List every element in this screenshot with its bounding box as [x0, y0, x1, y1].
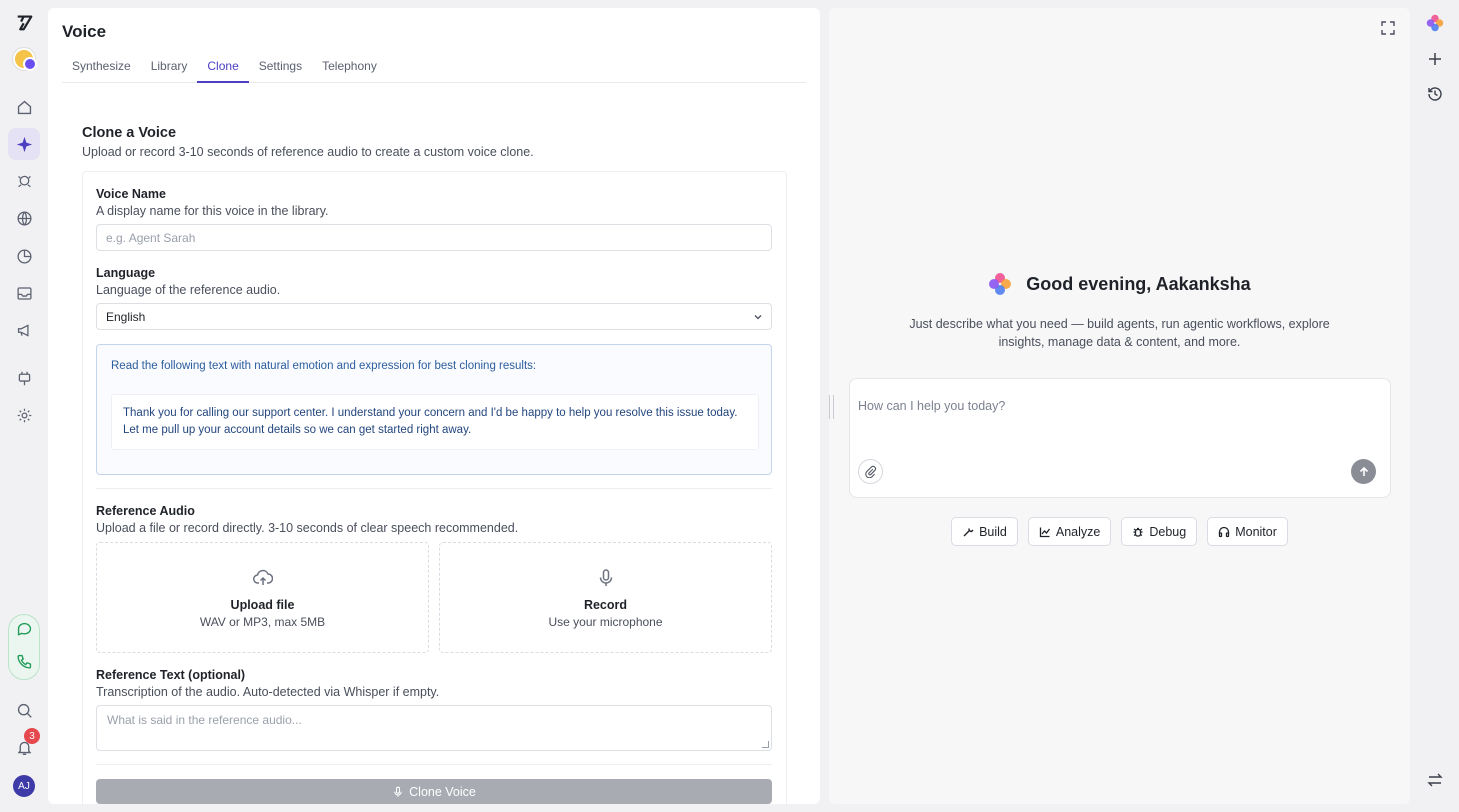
upload-title: Upload file	[230, 598, 295, 612]
expand-icon[interactable]	[1380, 20, 1396, 36]
analyze-chip-label: Analyze	[1055, 524, 1101, 539]
reference-text-input[interactable]: What is said in the reference audio...	[96, 705, 772, 751]
greeting-row: Good evening, Aakanksha	[829, 272, 1410, 296]
megaphone-icon[interactable]	[8, 314, 40, 346]
agent-icon[interactable]	[8, 165, 40, 197]
plug-icon[interactable]	[8, 362, 40, 394]
voice-name-hint: A display name for this voice in the lib…	[96, 204, 329, 218]
reading-script-box: Read the following text with natural emo…	[96, 344, 772, 475]
voice-name-input[interactable]: e.g. Agent Sarah	[96, 224, 772, 251]
plus-icon[interactable]	[1426, 50, 1444, 68]
upload-file-dropzone[interactable]: Upload file WAV or MP3, max 5MB	[96, 542, 429, 653]
cloud-upload-icon	[252, 569, 273, 585]
divider	[96, 488, 772, 489]
greeting-description: Just describe what you need — build agen…	[909, 317, 1330, 349]
voice-name-placeholder: e.g. Agent Sarah	[106, 230, 196, 245]
reference-audio-hint: Upload a file or record directly. 3-10 s…	[96, 521, 519, 535]
microphone-icon	[394, 786, 402, 797]
build-chip-label: Build	[979, 524, 1007, 539]
script-instruction: Read the following text with natural emo…	[111, 360, 537, 372]
microphone-icon	[599, 569, 612, 586]
reference-text-label: Reference Text (optional)	[96, 668, 246, 682]
home-icon[interactable]	[8, 91, 40, 123]
chat-input-placeholder: How can I help you today?	[858, 399, 1006, 413]
notification-badge: 3	[24, 728, 40, 744]
reference-text-placeholder: What is said in the reference audio...	[107, 713, 302, 727]
assistant-logo-icon[interactable]	[1426, 14, 1444, 32]
bug-icon	[1133, 527, 1143, 537]
wrench-icon	[963, 527, 974, 536]
voice-panel: Voice Synthesize Library Clone Settings …	[48, 8, 820, 804]
record-title: Record	[583, 598, 628, 612]
clone-voice-label: Clone Voice	[409, 784, 476, 799]
voice-name-label: Voice Name	[96, 187, 166, 201]
reference-text-hint: Transcription of the audio. Auto-detecte…	[96, 685, 440, 699]
inbox-icon[interactable]	[8, 277, 40, 309]
workspace-avatar[interactable]	[13, 48, 37, 71]
language-value: English	[106, 309, 146, 324]
upload-subtitle: WAV or MP3, max 5MB	[199, 615, 326, 629]
monitor-chip[interactable]: Monitor	[1207, 517, 1288, 546]
resize-handle[interactable]	[762, 741, 769, 748]
debug-chip[interactable]: Debug	[1121, 517, 1198, 546]
globe-icon[interactable]	[8, 202, 40, 234]
tab-library[interactable]: Library	[141, 53, 198, 83]
language-hint: Language of the reference audio.	[96, 283, 281, 297]
quick-action-chips: Build Analyze Debug Monitor	[829, 517, 1410, 546]
greeting-text: Good evening, Aakanksha	[1026, 273, 1251, 294]
script-text: Thank you for calling our support center…	[111, 394, 759, 450]
record-subtitle: Use your microphone	[548, 615, 663, 629]
monitor-chip-label: Monitor	[1235, 524, 1277, 539]
debug-chip-label: Debug	[1149, 524, 1187, 539]
reference-audio-label: Reference Audio	[96, 504, 195, 518]
chart-line-icon	[1039, 527, 1050, 537]
tab-bar: Synthesize Library Clone Settings Teleph…	[62, 53, 806, 83]
search-icon[interactable]	[8, 694, 40, 726]
build-chip[interactable]: Build	[951, 517, 1018, 546]
chevron-down-icon	[754, 315, 762, 320]
left-nav-rail: 3 AJ	[0, 0, 47, 812]
divider	[96, 764, 772, 765]
tab-synthesize[interactable]: Synthesize	[62, 53, 141, 83]
clone-voice-button[interactable]: Clone Voice	[96, 779, 772, 804]
analytics-icon[interactable]	[8, 240, 40, 272]
user-avatar[interactable]: AJ	[13, 775, 35, 797]
app-logo-icon[interactable]	[8, 6, 40, 38]
chat-icon[interactable]	[8, 613, 40, 645]
language-label: Language	[96, 266, 156, 280]
history-icon[interactable]	[1426, 85, 1444, 103]
assistant-logo-icon	[989, 273, 1012, 295]
settings-icon[interactable]	[8, 399, 40, 431]
attach-button[interactable]	[858, 459, 883, 484]
sparkle-icon[interactable]	[8, 128, 40, 160]
language-select[interactable]: English	[96, 303, 772, 330]
phone-icon[interactable]	[8, 645, 40, 677]
arrow-up-icon	[1359, 466, 1368, 476]
section-subtitle: Upload or record 3-10 seconds of referen…	[82, 145, 534, 159]
chat-input-box[interactable]: How can I help you today?	[849, 378, 1391, 498]
tab-clone[interactable]: Clone	[197, 53, 249, 83]
send-button[interactable]	[1351, 459, 1376, 484]
headphones-icon	[1219, 526, 1230, 537]
section-title: Clone a Voice	[82, 125, 177, 141]
page-title: Voice	[62, 22, 107, 41]
tab-telephony[interactable]: Telephony	[312, 53, 387, 83]
paperclip-icon	[865, 465, 876, 478]
record-dropzone[interactable]: Record Use your microphone	[439, 542, 772, 653]
panel-resize-handle[interactable]	[829, 395, 834, 419]
tab-settings[interactable]: Settings	[249, 53, 312, 83]
assistant-panel: Good evening, Aakanksha Just describe wh…	[829, 8, 1410, 804]
swap-icon[interactable]	[1426, 771, 1444, 789]
quick-actions-pill	[8, 614, 40, 680]
analyze-chip[interactable]: Analyze	[1027, 517, 1112, 546]
